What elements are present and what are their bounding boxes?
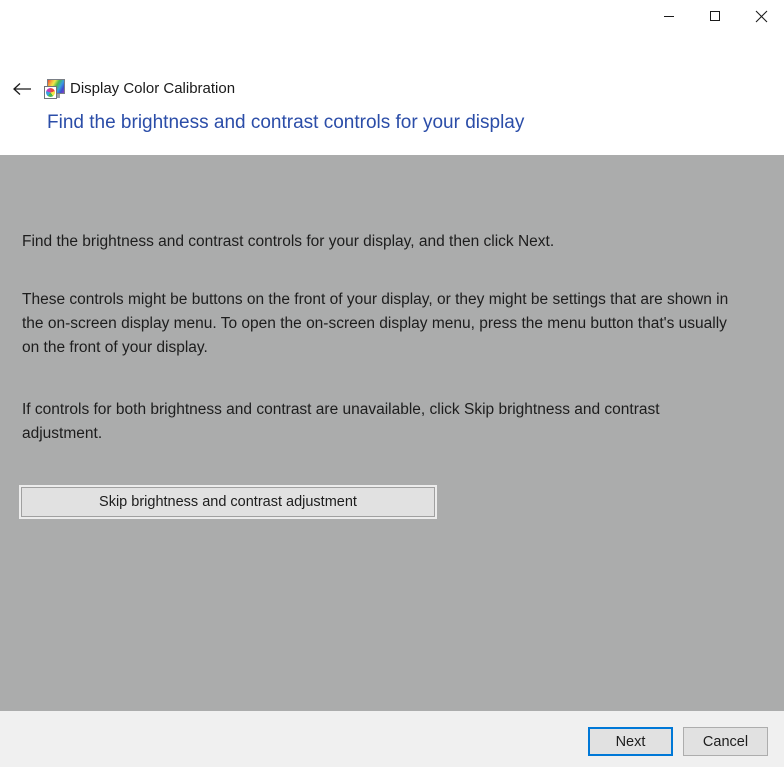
maximize-icon <box>709 10 721 22</box>
content-panel: Find the brightness and contrast control… <box>0 155 784 711</box>
page-title: Find the brightness and contrast control… <box>47 112 525 133</box>
cancel-button[interactable]: Cancel <box>683 727 768 756</box>
minimize-button[interactable] <box>646 0 692 32</box>
back-button[interactable] <box>8 77 36 103</box>
next-button[interactable]: Next <box>588 727 673 756</box>
back-arrow-icon <box>12 82 32 99</box>
close-icon <box>755 10 768 23</box>
maximize-button[interactable] <box>692 0 738 32</box>
instruction-paragraph-1: Find the brightness and contrast control… <box>22 233 555 250</box>
app-title: Display Color Calibration <box>70 80 236 97</box>
instruction-paragraph-2: These controls might be buttons on the f… <box>22 291 729 356</box>
window-controls <box>646 0 784 32</box>
instruction-paragraph-3: If controls for both brightness and cont… <box>22 401 660 442</box>
close-button[interactable] <box>738 0 784 32</box>
app-header: Display Color Calibration <box>0 32 784 99</box>
minimize-icon <box>663 10 675 22</box>
skip-brightness-contrast-button[interactable]: Skip brightness and contrast adjustment <box>19 485 437 519</box>
title-bar <box>0 0 784 32</box>
display-color-calibration-icon <box>44 79 65 100</box>
